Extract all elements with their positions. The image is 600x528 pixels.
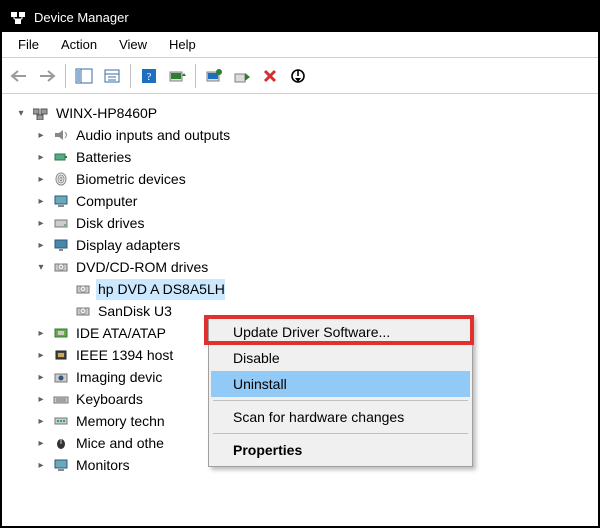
toolbar-separator (130, 64, 131, 88)
chevron-down-icon[interactable]: ▾ (34, 260, 48, 275)
device-manager-icon (10, 9, 26, 25)
chevron-right-icon[interactable]: ▸ (34, 348, 48, 363)
update-driver-button[interactable] (201, 62, 227, 90)
uninstall-button[interactable] (257, 62, 283, 90)
menu-action[interactable]: Action (51, 35, 107, 54)
back-button[interactable] (6, 62, 32, 90)
tree-label: SanDisk U3 (96, 301, 172, 322)
optical-drive-icon (74, 280, 92, 298)
battery-icon (52, 148, 70, 166)
menu-help[interactable]: Help (159, 35, 206, 54)
keyboard-icon (52, 390, 70, 408)
tree-item-audio[interactable]: ▸ Audio inputs and outputs (6, 124, 594, 146)
chevron-right-icon[interactable]: ▸ (34, 194, 48, 209)
enable-button[interactable] (229, 62, 255, 90)
mouse-icon (52, 434, 70, 452)
ctx-disable[interactable]: Disable (211, 345, 470, 371)
optical-drive-icon (52, 258, 70, 276)
tree-label: DVD/CD-ROM drives (74, 257, 208, 278)
tree-label: Computer (74, 191, 137, 212)
toolbar-separator (195, 64, 196, 88)
display-adapter-icon (52, 236, 70, 254)
context-menu: Update Driver Software... Disable Uninst… (208, 315, 473, 467)
help-button[interactable]: ? (136, 62, 162, 90)
menu-file[interactable]: File (8, 35, 49, 54)
tree-item-disk[interactable]: ▸ Disk drives (6, 212, 594, 234)
ctx-separator (213, 433, 468, 434)
tree-label: Monitors (74, 455, 130, 476)
tree-root-label: WINX-HP8460P (54, 103, 157, 124)
firewire-icon (52, 346, 70, 364)
chevron-right-icon[interactable]: ▸ (34, 370, 48, 385)
disable-button[interactable] (285, 62, 311, 90)
titlebar: Device Manager (2, 2, 598, 32)
tree-item-biometric[interactable]: ▸ Biometric devices (6, 168, 594, 190)
memory-icon (52, 412, 70, 430)
ide-controller-icon (52, 324, 70, 342)
camera-icon (52, 368, 70, 386)
tree-item-dvd[interactable]: ▾ DVD/CD-ROM drives (6, 256, 594, 278)
tree-item-dvd-hp[interactable]: hp DVD A DS8A5LH (6, 278, 594, 300)
tree-label: Batteries (74, 147, 131, 168)
fingerprint-icon (52, 170, 70, 188)
show-hide-console-tree-button[interactable] (71, 62, 97, 90)
chevron-down-icon[interactable]: ▾ (14, 106, 28, 121)
computer-root-icon (32, 104, 50, 122)
menu-view[interactable]: View (109, 35, 157, 54)
tree-label: IEEE 1394 host (74, 345, 173, 366)
tree-label: Memory techn (74, 411, 165, 432)
tree-label: Mice and othe (74, 433, 164, 454)
chevron-right-icon[interactable]: ▸ (34, 172, 48, 187)
chevron-right-icon[interactable]: ▸ (34, 128, 48, 143)
drive-icon (52, 214, 70, 232)
chevron-right-icon[interactable]: ▸ (34, 458, 48, 473)
monitor-icon (52, 192, 70, 210)
tree-item-computer[interactable]: ▸ Computer (6, 190, 594, 212)
tree-label: IDE ATA/ATAP (74, 323, 166, 344)
chevron-right-icon[interactable]: ▸ (34, 414, 48, 429)
chevron-right-icon[interactable]: ▸ (34, 326, 48, 341)
chevron-right-icon[interactable]: ▸ (34, 392, 48, 407)
ctx-uninstall[interactable]: Uninstall (211, 371, 470, 397)
toolbar-separator (65, 64, 66, 88)
forward-button[interactable] (34, 62, 60, 90)
tree-label: Audio inputs and outputs (74, 125, 230, 146)
window-title: Device Manager (34, 10, 129, 25)
chevron-right-icon[interactable]: ▸ (34, 238, 48, 253)
optical-drive-icon (74, 302, 92, 320)
tree-label: Display adapters (74, 235, 180, 256)
chevron-right-icon[interactable]: ▸ (34, 150, 48, 165)
tree-label: Biometric devices (74, 169, 186, 190)
tree-label: Keyboards (74, 389, 143, 410)
tree-label: Disk drives (74, 213, 144, 234)
ctx-scan-hardware[interactable]: Scan for hardware changes (211, 404, 470, 430)
toolbar: ? (2, 58, 598, 94)
tree-item-display[interactable]: ▸ Display adapters (6, 234, 594, 256)
properties-button[interactable] (99, 62, 125, 90)
tree-label: Imaging devic (74, 367, 162, 388)
chevron-right-icon[interactable]: ▸ (34, 216, 48, 231)
svg-text:?: ? (147, 71, 152, 83)
tree-root[interactable]: ▾ WINX-HP8460P (6, 102, 594, 124)
ctx-properties[interactable]: Properties (211, 437, 470, 463)
speaker-icon (52, 126, 70, 144)
ctx-update-driver[interactable]: Update Driver Software... (211, 319, 470, 345)
scan-hardware-button[interactable] (164, 62, 190, 90)
chevron-right-icon[interactable]: ▸ (34, 436, 48, 451)
menubar: File Action View Help (2, 32, 598, 58)
tree-label-selected: hp DVD A DS8A5LH (96, 279, 225, 300)
tree-item-batteries[interactable]: ▸ Batteries (6, 146, 594, 168)
monitor-icon (52, 456, 70, 474)
ctx-separator (213, 400, 468, 401)
